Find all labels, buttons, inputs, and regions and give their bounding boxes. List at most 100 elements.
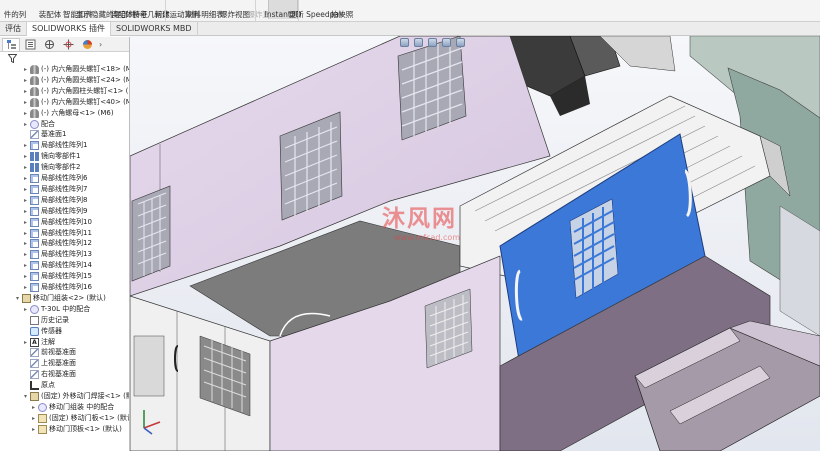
tree-item[interactable]: ▸ (-) 内六角圆头螺钉<40> (M6) xyxy=(22,97,129,108)
graphics-area[interactable]: 沐风网 www.mfcad.com xyxy=(130,36,820,451)
plane-icon xyxy=(30,359,39,369)
tree-item[interactable]: ▸ 移动门组装 中的配合 xyxy=(30,402,114,413)
tree-expander-icon[interactable]: ▸ xyxy=(22,119,29,130)
tree-item[interactable]: ▸ 移动门顶板<1> (默认) xyxy=(30,424,122,435)
tree-item[interactable]: ▸ 局部线性阵列16 xyxy=(22,282,92,293)
display-style-icon[interactable] xyxy=(456,37,465,47)
tree-expander-icon[interactable]: ▸ xyxy=(22,75,29,86)
tree-item[interactable]: ▸ (-) 内六角圆头螺钉<24> (M6) xyxy=(22,75,129,86)
tree-expander-icon[interactable]: ▸ xyxy=(22,228,29,239)
tree-item[interactable]: 原点 xyxy=(22,380,55,391)
mate-icon xyxy=(38,402,47,412)
tree-item[interactable]: 右视基准面 xyxy=(22,369,76,380)
command-tab-2[interactable]: SOLIDWORKS MBD xyxy=(111,22,198,36)
configuration-manager-tab[interactable] xyxy=(40,38,58,51)
tree-item[interactable]: ▸ 局部线性阵列8 xyxy=(22,195,87,206)
command-tab-0[interactable]: 评估 xyxy=(0,22,27,36)
ribbon-button-12[interactable]: 拍快照 xyxy=(330,0,354,19)
command-tab-1[interactable]: SOLIDWORKS 插件 xyxy=(27,22,111,36)
zoom-fit-icon[interactable] xyxy=(400,37,409,47)
tree-item-label: 移动门顶板<1> (默认) xyxy=(49,424,122,433)
pattern-icon xyxy=(30,184,39,194)
ribbon-button-1[interactable]: 装配体 xyxy=(38,0,62,19)
display-manager-tab[interactable] xyxy=(78,38,96,51)
tree-item-label: 镜向零部件1 xyxy=(41,152,81,161)
tree-item-label: 局部线性阵列8 xyxy=(41,195,88,204)
tree-item[interactable]: ▸ 局部线性阵列7 xyxy=(22,184,87,195)
tree-expander-icon[interactable]: ▸ xyxy=(22,206,29,217)
tree-item[interactable]: ▸ 局部线性阵列1 xyxy=(22,140,87,151)
ribbon-button-0[interactable]: 件的列 xyxy=(0,0,30,19)
command-manager-tabs: 评估 SOLIDWORKS 插件 SOLIDWORKS MBD xyxy=(0,22,820,36)
tree-item-label: 局部线性阵列14 xyxy=(41,261,92,270)
tree-item[interactable]: 上视基准面 xyxy=(22,358,76,369)
tree-expander-icon[interactable]: ▸ xyxy=(22,271,29,282)
tree-expander-icon[interactable]: ▸ xyxy=(22,173,29,184)
tree-item[interactable]: ▾ 移动门组装<2> (默认) xyxy=(14,293,106,304)
panel-more-arrow[interactable]: › xyxy=(99,40,102,49)
property-manager-tab[interactable] xyxy=(21,38,39,51)
tree-expander-icon[interactable]: ▸ xyxy=(22,282,29,293)
annotation-icon: A xyxy=(30,337,39,347)
pattern-icon xyxy=(30,174,39,183)
tree-expander-icon[interactable]: ▸ xyxy=(22,217,29,228)
tree-item[interactable]: ▸ (-) 内六角圆头螺钉<18> (M6) xyxy=(22,64,129,75)
tree-expander-icon[interactable]: ▾ xyxy=(22,391,29,402)
view-orientation-icon[interactable] xyxy=(442,37,451,47)
filter-icon[interactable] xyxy=(8,53,17,63)
feature-manager-tab[interactable] xyxy=(2,37,20,51)
tree-expander-icon[interactable]: ▸ xyxy=(22,238,29,249)
tree-item-label: 注解 xyxy=(41,337,55,346)
tree-item[interactable]: ▸ T-30L 中的配合 xyxy=(22,304,90,315)
tree-expander-icon[interactable]: ▸ xyxy=(22,184,29,195)
plane-icon xyxy=(30,348,39,358)
ribbon-button-7[interactable]: 材料明细表 xyxy=(186,0,224,19)
tree-item[interactable]: ▸ 局部线性阵列6 xyxy=(22,173,87,184)
tree-expander-icon[interactable]: ▸ xyxy=(22,97,29,108)
ribbon-button-8[interactable]: 爆炸视图 xyxy=(220,0,250,19)
tree-item[interactable]: ▸ (-) 六角螺母<1> (M6) xyxy=(22,108,114,119)
ribbon-button-11[interactable]: 更新 Speedpak xyxy=(289,0,344,19)
tree-item[interactable]: 历史记录 xyxy=(22,315,69,326)
tree-item[interactable]: ▸ 镜向零部件1 xyxy=(22,151,80,162)
tree-expander-icon[interactable]: ▸ xyxy=(22,86,29,97)
tree-item[interactable]: ▸ 局部线性阵列9 xyxy=(22,206,87,217)
tree-expander-icon[interactable]: ▸ xyxy=(22,260,29,271)
tree-expander-icon[interactable]: ▸ xyxy=(22,195,29,206)
tree-expander-icon[interactable]: ▸ xyxy=(22,337,29,348)
tree-expander-icon[interactable]: ▸ xyxy=(22,151,29,162)
tree-item[interactable]: 传感器 xyxy=(22,326,62,337)
tree-item[interactable]: ▸ 局部线性阵列14 xyxy=(22,260,92,271)
tree-item[interactable]: ▸ 镜向零部件2 xyxy=(22,162,80,173)
tree-item[interactable]: ▸ 配合 xyxy=(22,119,55,130)
tree-item[interactable]: 前视基准面 xyxy=(22,347,76,358)
section-view-icon[interactable] xyxy=(428,37,437,47)
tree-expander-icon[interactable]: ▸ xyxy=(30,402,37,413)
zoom-area-icon[interactable] xyxy=(414,37,423,47)
tree-item[interactable]: 基准面1 xyxy=(22,129,66,140)
tree-item[interactable]: ▸ A 注解 xyxy=(22,337,55,348)
tree-expander-icon[interactable]: ▸ xyxy=(22,162,29,173)
tree-expander-icon[interactable]: ▸ xyxy=(22,304,29,315)
tree-expander-icon[interactable]: ▸ xyxy=(30,413,37,424)
ribbon-button-6[interactable]: 新建运动算例 xyxy=(155,0,200,19)
tree-item-label: 传感器 xyxy=(41,326,62,335)
filter-row xyxy=(0,52,129,64)
tree-item[interactable]: ▸ 局部线性阵列13 xyxy=(22,249,92,260)
dimxpert-tab[interactable] xyxy=(59,38,77,51)
tree-item[interactable]: ▸ 局部线性阵列11 xyxy=(22,228,92,239)
tree-expander-icon[interactable]: ▸ xyxy=(22,64,29,75)
tree-item[interactable]: ▸ 局部线性阵列10 xyxy=(22,217,92,228)
tree-item[interactable]: ▸ (-) 内六角圆柱头螺钉<1> (M xyxy=(22,86,129,97)
tree-expander-icon[interactable]: ▸ xyxy=(30,424,37,435)
tree-item[interactable]: ▸ 局部线性阵列15 xyxy=(22,271,92,282)
tree-expander-icon[interactable]: ▸ xyxy=(22,249,29,260)
tree-expander-icon[interactable]: ▸ xyxy=(22,108,29,119)
tree-expander-icon[interactable]: ▸ xyxy=(22,140,29,151)
tree-expander-icon[interactable]: ▾ xyxy=(14,293,21,304)
origin-icon xyxy=(30,381,39,391)
rear-window-1 xyxy=(131,185,171,282)
tree-item[interactable]: ▸ 局部线性阵列12 xyxy=(22,238,92,249)
tree-item[interactable]: ▾ (固定) 外移动门焊接<1> (默认 xyxy=(22,391,129,402)
tree-item[interactable]: ▸ (固定) 移动门板<1> (默认 xyxy=(30,413,129,424)
